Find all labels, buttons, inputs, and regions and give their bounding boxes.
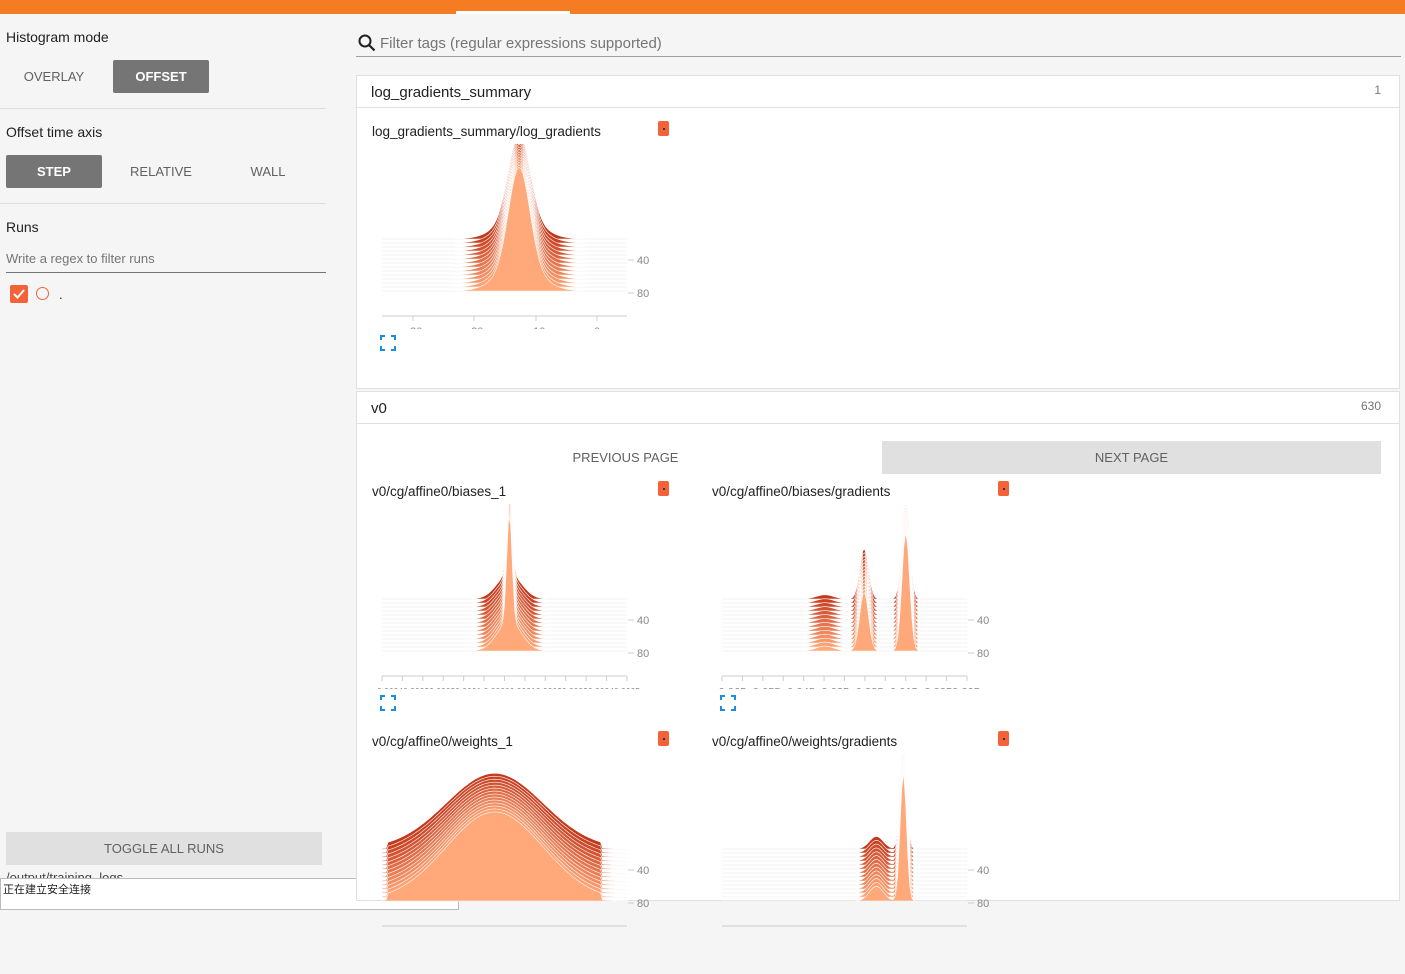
status-popup-text: 正在建立安全连接 [3, 884, 91, 896]
histogram-plot: 40 80 [722, 754, 989, 927]
y-tick-label: 80 [637, 288, 649, 300]
y-tick-label: 80 [637, 648, 649, 660]
divider [0, 108, 326, 109]
y-tick-label: 80 [977, 898, 989, 910]
check-icon [13, 289, 25, 299]
card-title: log_gradients_summary/log_gradients [372, 124, 601, 139]
divider [0, 203, 326, 204]
main-panel: Filter tags (regular expressions support… [340, 14, 1405, 927]
run-chip[interactable] [658, 481, 669, 496]
histogram-plot: 40 80 −0.065−0.055−0.045−0.035−0.025−0.015… [712, 504, 989, 689]
histogram-ridge [722, 529, 967, 648]
histogram-plot: 40 80 −30 −20 −10 0 [382, 144, 649, 329]
histogram-plot: 40 80 −0.00040.00030.00020.0001 0.00000.00… [372, 504, 649, 689]
histogram-card: v0/cg/affine0/weights_1 40 80 [357, 731, 687, 974]
histogram-ridge [722, 768, 967, 894]
histogram-ridge [722, 524, 967, 640]
histogram-card: v0/cg/affine0/weights/gradients 40 80 [697, 731, 1027, 974]
histogram-ridge [722, 760, 967, 882]
y-tick-label: 80 [637, 898, 649, 910]
histogram-ridge [722, 526, 967, 644]
histogram-plot: 40 80 [381, 773, 649, 927]
histogram-card: v0/cg/affine0/biases/gradients 40 80 −0.06… [697, 481, 1027, 724]
next-page-button[interactable]: NEXT PAGE [882, 441, 1381, 474]
tag-filter-placeholder: Filter tags (regular expressions support… [380, 35, 662, 52]
toggle-all-runs-button[interactable]: TOGGLE ALL RUNS [6, 832, 322, 865]
card-title: v0/cg/affine0/weights_1 [372, 734, 513, 749]
y-tick-label: 40 [637, 615, 649, 627]
run-color-circle[interactable] [36, 287, 49, 300]
top-toolbar [0, 0, 1405, 14]
x-tick-label: 0 [594, 326, 600, 329]
histogram-ridge [722, 504, 967, 608]
histogram-ridge [722, 504, 967, 600]
offset-time-axis-label: Offset time axis [6, 124, 103, 140]
y-tick-label: 40 [977, 615, 989, 627]
run-name: . [59, 287, 63, 302]
card-title: v0/cg/affine0/biases/gradients [712, 484, 891, 499]
y-tick-label: 40 [977, 865, 989, 877]
category-name: log_gradients_summary [371, 84, 532, 101]
histogram-ridge [722, 754, 967, 870]
run-chip[interactable] [998, 481, 1009, 496]
histogram-mode-label: Histogram mode [6, 29, 109, 45]
x-tick-label: −20 [465, 326, 484, 329]
histogram-ridge [722, 754, 967, 866]
histogram-ridge [722, 773, 967, 902]
y-tick-label: 40 [637, 865, 649, 877]
histogram-ridge [722, 754, 967, 862]
x-tick-label: −0.00040.00030.00020.0001 0.00000.00010.… [372, 686, 640, 689]
run-chip[interactable] [658, 121, 669, 136]
search-icon [358, 34, 376, 52]
category-name: v0 [371, 400, 387, 417]
y-tick-label: 80 [977, 648, 989, 660]
card-title: v0/cg/affine0/weights/gradients [712, 734, 898, 749]
histogram-ridge [722, 532, 967, 652]
histogram-ridge [722, 758, 967, 878]
category-header-v0[interactable]: v0 630 [356, 391, 1400, 424]
histogram-ridge [722, 505, 967, 612]
histogram-ridge [722, 754, 967, 854]
histogram-card: log_gradients_summary/log_gradients 40 80… [357, 121, 687, 364]
runs-filter-placeholder: Write a regex to filter runs [6, 251, 155, 266]
y-tick-label: 40 [637, 255, 649, 267]
histogram-ridge [722, 755, 967, 874]
x-tick-label: −0.065−0.055−0.045−0.035−0.025−0.015−0.0… [712, 686, 980, 689]
histogram-ridge [722, 765, 967, 890]
histogram-ridge [722, 754, 967, 858]
relative-button[interactable]: RELATIVE [113, 155, 209, 188]
card-title: v0/cg/affine0/biases_1 [372, 484, 507, 499]
histogram-ridge [722, 763, 967, 886]
category-header-log-gradients-summary[interactable]: log_gradients_summary 1 [356, 75, 1400, 108]
x-tick-label: −30 [404, 326, 423, 329]
sidebar: Histogram mode OVERLAY OFFSET Offset tim… [0, 14, 340, 901]
previous-page-button[interactable]: PREVIOUS PAGE [372, 441, 879, 474]
offset-button[interactable]: OFFSET [113, 60, 209, 93]
histogram-ridge [722, 521, 967, 636]
runs-label: Runs [6, 219, 39, 235]
histogram-card: v0/cg/affine0/biases_1 40 80 −0.00040.0003… [357, 481, 687, 724]
histogram-ridge [722, 504, 967, 604]
category-count: 1 [1374, 83, 1381, 97]
run-chip[interactable] [998, 731, 1009, 746]
x-tick-label: −10 [527, 326, 546, 329]
run-checkbox[interactable] [10, 285, 28, 303]
histogram-ridge [722, 754, 967, 850]
step-button[interactable]: STEP [6, 155, 102, 188]
expand-icon[interactable] [380, 335, 396, 351]
overlay-button[interactable]: OVERLAY [6, 60, 102, 93]
expand-icon[interactable] [720, 695, 736, 711]
category-count: 630 [1360, 399, 1381, 413]
histogram-ridge [722, 770, 967, 898]
wall-button[interactable]: WALL [220, 155, 316, 188]
expand-icon[interactable] [380, 695, 396, 711]
tag-filter-input[interactable]: Filter tags (regular expressions support… [356, 32, 1401, 57]
runs-filter-input[interactable]: Write a regex to filter runs [6, 251, 326, 273]
run-chip[interactable] [658, 731, 669, 746]
histogram-ridge [722, 519, 967, 632]
